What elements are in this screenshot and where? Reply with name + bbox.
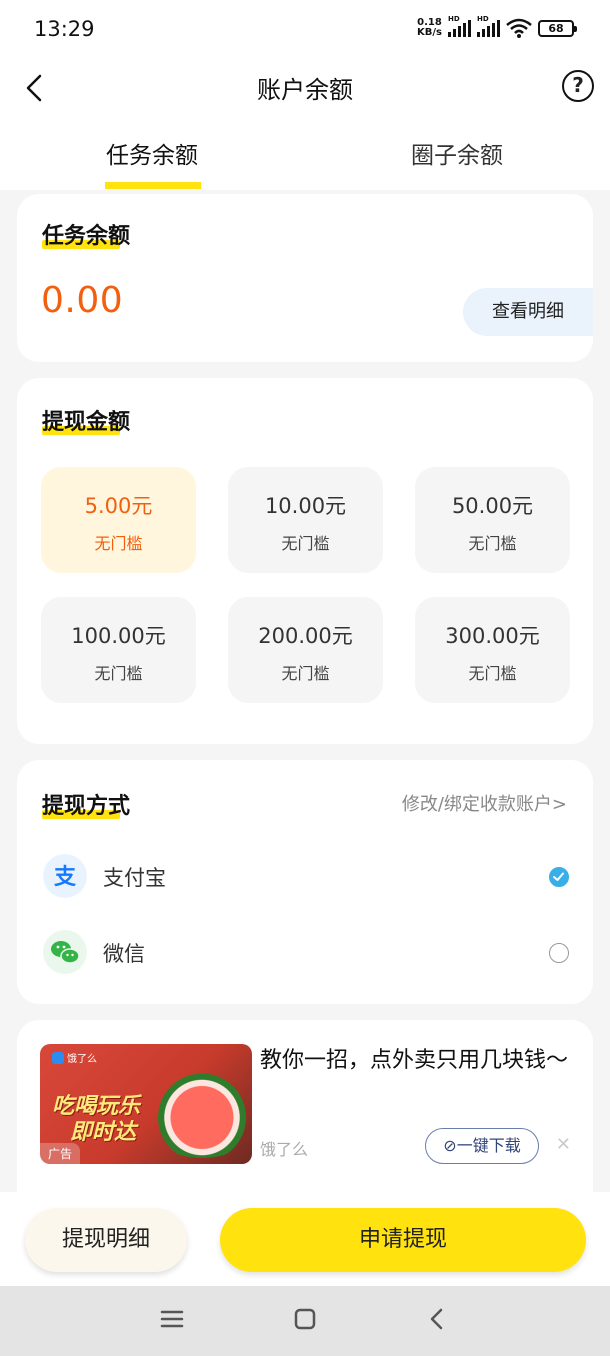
svg-text:支: 支 [54,865,77,890]
amount-option[interactable]: 100.00元 无门槛 [41,597,196,703]
ad-image-brand: 饿了么 [52,1050,97,1065]
status-icons: 0.18 KB/s HD HD 68 [417,15,577,38]
back-nav-icon[interactable] [423,1304,453,1334]
amount-option[interactable]: 5.00元 无门槛 [41,467,196,573]
withdraw-method-title: 提现方式 [42,788,130,820]
tab-task-balance[interactable]: 任务余额 [106,136,198,170]
signal-icon: HD [477,15,500,37]
page-title: 账户余额 [257,76,353,104]
bottom-action-bar: 提现明细 申请提现 [0,1192,610,1286]
home-icon[interactable] [290,1304,320,1334]
alipay-label: 支付宝 [103,866,166,890]
close-icon[interactable]: ✕ [556,1134,571,1155]
withdraw-amount-title: 提现金额 [42,404,130,436]
amount-option[interactable]: 200.00元 无门槛 [228,597,383,703]
ad-image[interactable]: 饿了么 吃喝玩乐 即时达 广告 [40,1044,252,1164]
tab-active-indicator [105,182,201,189]
signal-icon: HD [448,15,471,37]
menu-icon[interactable] [157,1304,187,1334]
view-detail-button[interactable]: 查看明细 [463,288,593,336]
system-nav-bar [0,1286,610,1356]
check-icon [553,872,564,881]
pay-method-wechat[interactable]: 微信 [43,930,569,976]
ad-card[interactable]: 饿了么 吃喝玩乐 即时达 广告 教你一招，点外卖只用几块钱～ 饿了么 ⊘一键下载… [17,1020,593,1192]
balance-title: 任务余额 [42,218,130,250]
balance-card: 任务余额 0.00 查看明细 [17,194,593,362]
link-icon: ⊘ [443,1136,457,1155]
amount-option[interactable]: 10.00元 无门槛 [228,467,383,573]
withdraw-detail-button[interactable]: 提现明细 [25,1208,187,1272]
edit-account-link[interactable]: 修改/绑定收款账户> [402,790,567,816]
withdraw-amount-card: 提现金额 5.00元 无门槛 10.00元 无门槛 50.00元 无门槛 100… [17,378,593,744]
wechat-label: 微信 [103,942,145,966]
ad-image-slogan: 即时达 [70,1120,137,1145]
net-speed: 0.18 KB/s [417,17,442,38]
question-circle-icon[interactable]: ? [562,70,594,102]
apply-withdraw-button[interactable]: 申请提现 [220,1208,586,1272]
tab-circle-balance[interactable]: 圈子余额 [411,136,503,170]
withdraw-method-card: 提现方式 修改/绑定收款账户> 支 支付宝 微信 [17,760,593,1004]
ad-source: 饿了么 [260,1140,309,1159]
alipay-radio[interactable] [549,867,569,887]
pay-method-alipay[interactable]: 支 支付宝 [43,854,569,900]
nav-bar: 账户余额 ? [0,58,610,118]
status-time: 13:29 [34,17,95,41]
wifi-icon [506,18,532,38]
balance-amount: 0.00 [41,280,124,321]
watermelon-image [142,1068,252,1158]
status-bar: 13:29 0.18 KB/s HD HD 68 [0,0,610,58]
wechat-radio[interactable] [549,943,569,963]
ad-download-button[interactable]: ⊘一键下载 [425,1128,539,1164]
ad-headline[interactable]: 教你一招，点外卖只用几块钱～ [260,1044,580,1078]
tab-bar: 任务余额 圈子余额 [0,118,610,190]
amount-option[interactable]: 300.00元 无门槛 [415,597,570,703]
wechat-icon [43,930,87,974]
ad-tag: 广告 [40,1143,81,1164]
alipay-icon: 支 [43,854,87,898]
battery-icon: 68 [538,19,577,37]
amount-option[interactable]: 50.00元 无门槛 [415,467,570,573]
